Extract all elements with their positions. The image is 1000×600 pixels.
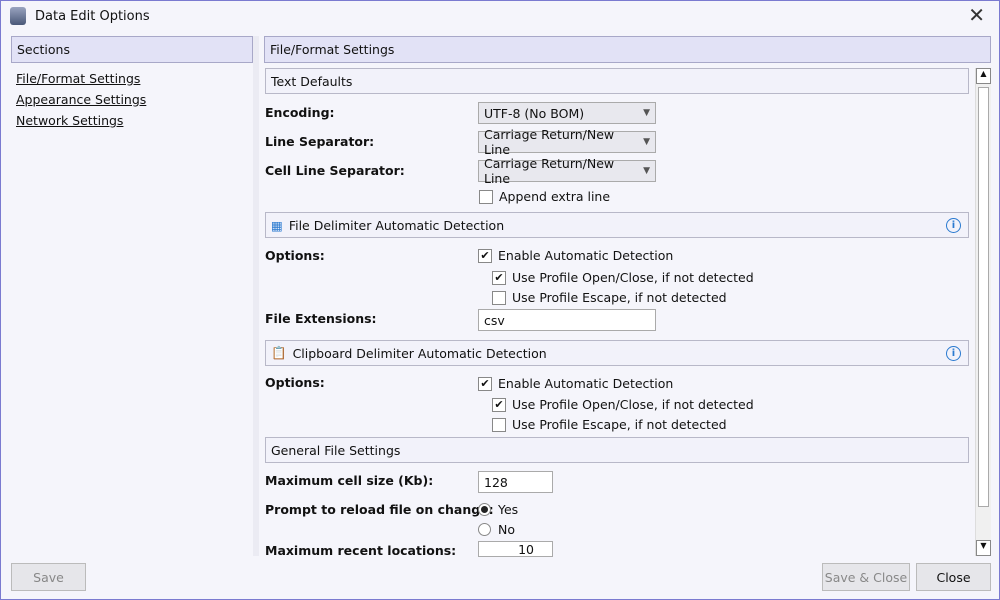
section-text-defaults: Text Defaults [265,68,969,94]
checkbox-box[interactable]: ✔ [478,248,492,263]
section-title: File Delimiter Automatic Detection [288,217,505,233]
section-clipboard-delimiter: 📋 Clipboard Delimiter Automatic Detection [265,340,969,366]
info-icon[interactable]: i [946,346,961,361]
max-recent-stepper[interactable]: 10 [478,541,553,557]
section-file-delimiter: ▦ File Delimiter Automatic Detection [265,212,969,238]
cell-line-separator-value: Carriage Return/New Line [484,156,615,186]
line-separator-value: Carriage Return/New Line [484,127,615,157]
checkbox-label: Use Profile Open/Close, if not detected [512,270,754,285]
append-extra-line-checkbox[interactable]: Append extra line [479,189,610,204]
radio-circle[interactable] [478,523,491,536]
app-icon [10,7,26,25]
prompt-reload-label: Prompt to reload file on change: [265,502,494,517]
line-separator-select[interactable]: Carriage Return/New Line ▼ [478,127,656,157]
clip-escape-checkbox[interactable]: Use Profile Escape, if not detected [492,417,727,432]
max-cell-size-input[interactable]: 128 [478,471,553,493]
file-escape-checkbox[interactable]: Use Profile Escape, if not detected [492,290,727,305]
checkbox-box[interactable]: ✔ [478,376,492,391]
sidebar-item-network[interactable]: Network Settings [16,113,123,128]
clip-enable-detection-checkbox[interactable]: ✔ Enable Automatic Detection [478,376,673,391]
file-open-close-checkbox[interactable]: ✔ Use Profile Open/Close, if not detected [492,270,754,285]
prompt-no-radio[interactable]: No [478,522,515,537]
prompt-yes-radio[interactable]: Yes [478,502,518,517]
clipboard-icon: 📋 [271,345,287,360]
main-title: File/Format Settings [270,42,395,57]
scroll-down-icon[interactable]: ▼ [976,540,991,556]
section-title: Text Defaults [271,73,353,89]
line-separator-label: Line Separator: [265,134,375,149]
checkbox-box[interactable] [479,189,493,204]
sections-header: Sections [11,36,253,63]
scrollbar[interactable]: ▲ ▼ [975,68,991,556]
checkbox-box[interactable]: ✔ [492,397,506,412]
file-extensions-label: File Extensions: [265,311,377,326]
cell-line-separator-select[interactable]: Carriage Return/New Line ▼ [478,156,656,186]
encoding-label: Encoding: [265,105,335,120]
chevron-down-icon: ▼ [643,137,650,147]
save-button[interactable]: Save [11,563,86,591]
divider [253,36,259,556]
encoding-value: UTF-8 (No BOM) [484,105,585,121]
checkbox-box[interactable] [492,417,506,432]
checkbox-label: Use Profile Escape, if not detected [512,290,727,305]
section-title: Clipboard Delimiter Automatic Detection [292,345,547,361]
encoding-select[interactable]: UTF-8 (No BOM) ▼ [478,102,656,124]
section-general-file: General File Settings [265,437,969,463]
scroll-up-icon[interactable]: ▲ [976,68,991,84]
checkbox-label: Enable Automatic Detection [498,248,674,263]
close-button[interactable]: Close [916,563,991,591]
checkbox-label: Enable Automatic Detection [498,376,674,391]
section-title: General File Settings [271,442,401,458]
radio-label: No [498,522,515,537]
radio-circle[interactable] [478,503,491,516]
max-cell-size-label: Maximum cell size (Kb): [265,473,434,488]
checkbox-label: Use Profile Open/Close, if not detected [512,397,754,412]
clip-open-close-checkbox[interactable]: ✔ Use Profile Open/Close, if not detected [492,397,754,412]
checkbox-box[interactable] [492,290,506,305]
scrollbar-thumb[interactable] [978,87,989,507]
main-header: File/Format Settings [264,36,991,63]
window-title: Data Edit Options [35,9,150,24]
checkbox-label: Append extra line [499,189,611,204]
sections-title: Sections [17,42,70,57]
file-enable-detection-checkbox[interactable]: ✔ Enable Automatic Detection [478,248,673,263]
save-close-button[interactable]: Save & Close [822,563,910,591]
max-recent-label: Maximum recent locations: [265,543,457,558]
info-icon[interactable]: i [946,218,961,233]
file-grid-icon: ▦ [271,217,283,233]
options-label: Options: [265,375,325,390]
cell-line-separator-label: Cell Line Separator: [265,163,405,178]
options-label: Options: [265,248,325,263]
checkbox-label: Use Profile Escape, if not detected [512,417,727,432]
file-extensions-input[interactable]: csv [478,309,656,331]
radio-label: Yes [498,502,519,517]
chevron-down-icon: ▼ [643,108,650,118]
chevron-down-icon: ▼ [643,166,650,176]
sidebar-item-file-format[interactable]: File/Format Settings [16,71,140,86]
sidebar-item-appearance[interactable]: Appearance Settings [16,92,146,107]
checkbox-box[interactable]: ✔ [492,270,506,285]
close-icon[interactable]: ✕ [968,3,985,27]
